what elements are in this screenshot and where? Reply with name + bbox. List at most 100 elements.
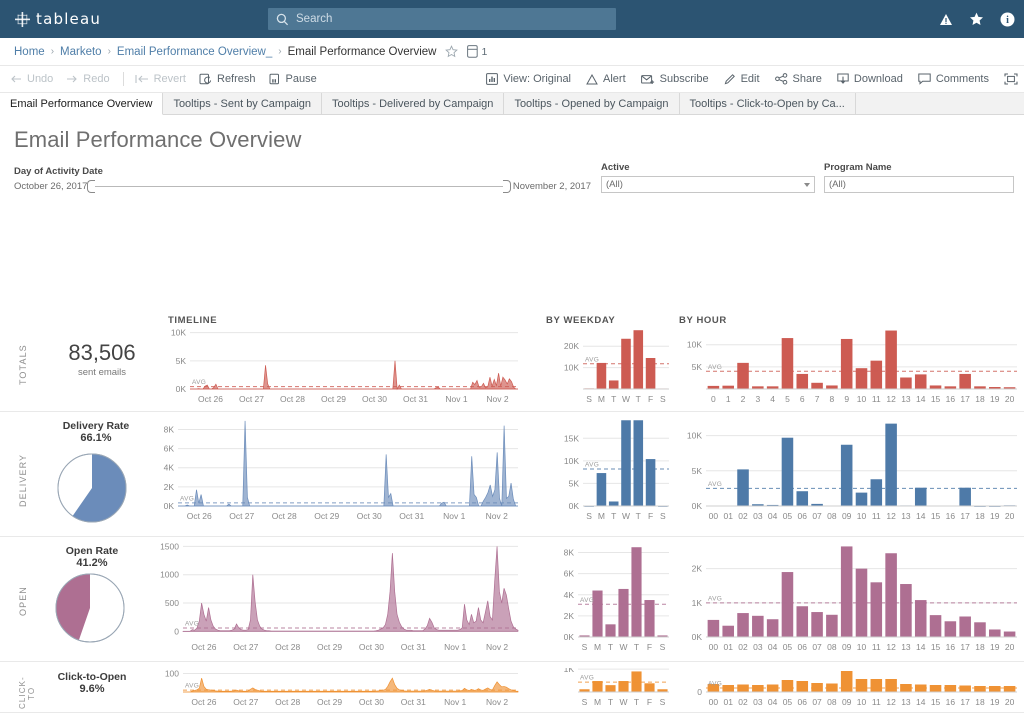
tab-tooltips-opened-by-campaign[interactable]: Tooltips - Opened by Campaign (504, 93, 679, 114)
range-slider-handle-right[interactable] (503, 180, 511, 193)
svg-text:Oct 26: Oct 26 (198, 394, 223, 404)
svg-text:M: M (598, 511, 605, 521)
svg-text:00: 00 (709, 642, 719, 652)
svg-text:i: i (1006, 15, 1009, 26)
svg-text:11: 11 (872, 642, 881, 652)
share-button[interactable]: Share (775, 73, 822, 85)
download-label: Download (854, 73, 903, 85)
top-navigation-bar: tableau Search i (0, 0, 1024, 38)
program-filter-input[interactable]: (All) (824, 176, 1014, 193)
subscribe-button[interactable]: Subscribe (641, 73, 709, 85)
comments-button[interactable]: Comments (918, 73, 989, 85)
chart-open-timeline[interactable]: 050010001500Oct 26Oct 27Oct 28Oct 29Oct … (148, 543, 520, 653)
view-toolbar: Undo Redo Revert Refresh Pause View: Ori… (0, 66, 1024, 93)
date-range-slider[interactable]: October 26, 2017 November 2, 2017 (14, 180, 591, 193)
row-divider (0, 712, 1024, 713)
svg-text:AVG: AVG (708, 681, 722, 688)
view-original-button[interactable]: View: Original (486, 73, 571, 85)
svg-text:10: 10 (857, 642, 867, 652)
delivery-rate-pie-chart[interactable] (56, 452, 128, 524)
alert-bell-icon (586, 74, 598, 85)
svg-text:AVG: AVG (185, 620, 199, 627)
redo-button[interactable]: Redo (66, 73, 109, 85)
svg-text:5K: 5K (692, 362, 703, 372)
svg-text:500: 500 (165, 598, 179, 608)
program-filter-label: Program Name (824, 162, 1014, 173)
refresh-label: Refresh (217, 73, 256, 85)
active-filter-select[interactable]: (All) (601, 176, 815, 193)
range-slider-handle-left[interactable] (87, 180, 95, 193)
tab-tooltips-delivered-by-campaign[interactable]: Tooltips - Delivered by Campaign (322, 93, 504, 114)
range-slider-track[interactable] (95, 186, 502, 187)
pause-button[interactable]: Pause (269, 73, 317, 85)
page-title: Email Performance Overview (0, 115, 1024, 153)
revert-button[interactable]: Revert (135, 73, 186, 85)
chart-delivery-weekday[interactable]: 0K5K10K15KSMTWTFSAVG (553, 418, 671, 522)
chart-cto-weekday[interactable]: 1KSMTWTFSAVG (548, 668, 671, 708)
svg-text:10K: 10K (171, 328, 186, 338)
top-nav-actions: i (938, 0, 1015, 38)
chart-totals-timeline[interactable]: 0K5K10KOct 26Oct 27Oct 28Oct 29Oct 30Oct… (160, 327, 520, 405)
open-rate-pie-chart[interactable] (54, 572, 126, 644)
svg-text:0K: 0K (692, 501, 703, 511)
chart-delivery-timeline[interactable]: 0K2K4K6K8KOct 26Oct 27Oct 28Oct 29Oct 30… (148, 418, 520, 522)
svg-text:0K: 0K (176, 384, 187, 394)
svg-text:05: 05 (783, 642, 793, 652)
alerts-icon[interactable] (938, 12, 953, 27)
svg-text:S: S (660, 394, 666, 404)
svg-text:W: W (622, 394, 630, 404)
svg-text:02: 02 (738, 642, 748, 652)
kpi-open-rate-label: Open Rate (36, 545, 148, 557)
svg-text:Nov 1: Nov 1 (445, 394, 467, 404)
svg-text:01: 01 (723, 511, 733, 521)
favorite-star-icon[interactable] (445, 45, 458, 58)
chart-open-hour[interactable]: 0K1K2K0001020304050607080910111213141516… (679, 543, 1019, 653)
chart-delivery-hour[interactable]: 0K5K10K000102030405060708091011121314151… (679, 418, 1019, 522)
kpi-delivery-rate-value: 66.1% (40, 432, 152, 444)
favorites-icon[interactable] (969, 12, 984, 27)
chart-cto-hour[interactable]: 0000102030405060708091011121314151617181… (679, 668, 1019, 708)
svg-text:4: 4 (770, 394, 775, 404)
svg-text:T: T (608, 697, 613, 707)
svg-text:W: W (619, 642, 627, 652)
tab-email-performance-overview[interactable]: Email Performance Overview (0, 93, 163, 115)
tab-label: Tooltips - Click-to-Open by Ca... (690, 98, 845, 110)
svg-text:Oct 27: Oct 27 (229, 511, 254, 521)
edit-button[interactable]: Edit (724, 73, 760, 85)
svg-text:13: 13 (901, 511, 911, 521)
refresh-button[interactable]: Refresh (199, 73, 256, 85)
svg-text:AVG: AVG (180, 495, 194, 502)
alert-button[interactable]: Alert (586, 73, 626, 85)
svg-text:08: 08 (827, 642, 837, 652)
svg-text:5K: 5K (569, 478, 580, 488)
svg-text:10K: 10K (564, 456, 579, 466)
svg-text:16: 16 (946, 511, 956, 521)
tableau-logo[interactable]: tableau (14, 10, 101, 28)
revert-icon (135, 74, 149, 84)
svg-text:06: 06 (798, 642, 808, 652)
svg-text:F: F (647, 697, 652, 707)
undo-button[interactable]: Undo (10, 73, 53, 85)
svg-text:0: 0 (697, 687, 702, 697)
svg-text:09: 09 (842, 642, 852, 652)
chart-cto-timeline[interactable]: 100Oct 26Oct 27Oct 28Oct 29Oct 30Oct 31N… (148, 668, 520, 708)
tab-tooltips-click-to-open-by-campaign[interactable]: Tooltips - Click-to-Open by Ca... (680, 93, 856, 114)
tableau-logo-icon (14, 11, 31, 28)
help-info-icon[interactable]: i (1000, 12, 1015, 27)
search-input[interactable]: Search (268, 8, 616, 30)
fullscreen-button[interactable] (1004, 73, 1018, 85)
chart-totals-hour[interactable]: 5K10K01234567891011121314151617181920AVG (679, 327, 1019, 405)
breadcrumb-item-workbook[interactable]: Email Performance Overview_ (117, 46, 272, 58)
refresh-icon (199, 73, 212, 85)
breadcrumb-item-home[interactable]: Home (14, 46, 45, 58)
breadcrumb-item-marketo[interactable]: Marketo (60, 46, 102, 58)
svg-text:M: M (594, 697, 601, 707)
chart-open-weekday[interactable]: 0K2K4K6K8KSMTWTFSAVG (548, 543, 671, 653)
program-name-filter: Program Name (All) (824, 162, 1014, 193)
download-button[interactable]: Download (837, 73, 903, 85)
chart-totals-weekday[interactable]: 10K20KSMTWTFSAVG (553, 327, 671, 405)
tab-tooltips-sent-by-campaign[interactable]: Tooltips - Sent by Campaign (163, 93, 322, 114)
svg-text:Oct 30: Oct 30 (362, 394, 387, 404)
svg-text:16: 16 (946, 394, 956, 404)
data-source-icon[interactable] (467, 45, 478, 58)
